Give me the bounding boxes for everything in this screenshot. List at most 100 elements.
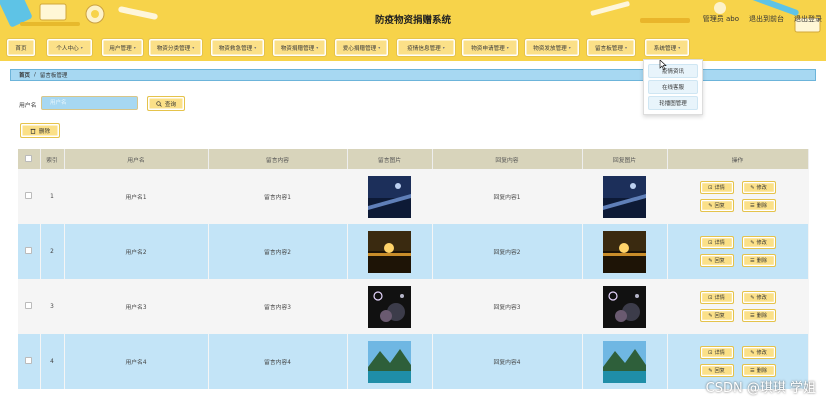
detail-button[interactable]: ⊡ 详情 [699,236,734,249]
csdn-watermark: CSDN @琪琪 学姐 [705,381,816,396]
edit-label: 修改 [756,295,767,301]
reply-label: 回复 [714,368,725,374]
delete-label: 删除 [756,368,768,374]
delete-button[interactable]: ☰ 删除 [741,199,776,212]
reply-image [603,175,646,218]
reply-label: 回复 [714,203,725,209]
chevron-down-icon: ▾ [506,45,509,50]
chevron-down-icon: ▾ [678,45,681,50]
column-header-index: 索引 [40,149,65,169]
nav-user-management-label: 用户管理 [109,45,132,52]
nav-love-donation-management-label: 爱心捐赠管理 [342,45,377,52]
message-board-table: 索引 用户名 留言内容 留言图片 回复内容 回复图片 操作 1 用户名1 留言内… [18,149,809,389]
nav-category-management[interactable]: 物资分类管理 ▾ [148,38,203,57]
detail-button[interactable]: ⊡ 详情 [699,291,734,304]
delete-icon: ☰ [749,367,755,374]
message-cell: 留言内容3 [208,279,348,334]
reply-label: 回复 [714,313,725,319]
search-button[interactable]: 查询 [147,96,185,111]
reply-button[interactable]: ✎ 回复 [699,364,734,377]
edit-label: 修改 [756,350,767,356]
dropdown-item-carousel-management[interactable]: 轮播图管理 [648,96,698,110]
delete-button[interactable]: ☰ 删除 [741,254,776,267]
row-checkbox[interactable] [25,302,33,309]
chevron-down-icon: ▾ [254,45,257,50]
edit-icon: ✎ [750,294,755,301]
message-image-cell [347,334,433,389]
chevron-down-icon: ▾ [624,45,627,50]
nav-user-management[interactable]: 用户管理 ▾ [101,38,144,57]
nav-personal-center[interactable]: 个人中心 ▾ [46,38,93,57]
detail-button[interactable]: ⊡ 详情 [699,346,734,359]
bulk-delete-button[interactable]: 删除 [20,123,60,138]
delete-button[interactable]: ☰ 删除 [741,309,776,322]
nav-distribution-management[interactable]: 物资发放管理 ▾ [524,38,580,57]
nav-application-management[interactable]: 物资申请管理 ▾ [461,38,519,57]
nav-donation-management-label: 物资捐赠管理 [280,45,315,52]
table-row: 4 用户名4 留言内容4 回复内容4 ⊡ 详情 ✎ 修改 ✎ 回复 ☰ 删除 [18,334,809,389]
nav-message-board-management[interactable]: 留言板管理 ▾ [586,38,636,57]
detail-button[interactable]: ⊡ 详情 [699,181,734,194]
reply-image-cell [582,169,668,224]
row-checkbox-cell [18,334,41,389]
nav-love-donation-management[interactable]: 爱心捐赠管理 ▾ [334,38,389,57]
column-header-message-image: 留言图片 [347,149,433,169]
edit-icon: ✎ [750,349,755,356]
username-cell: 用户名1 [64,169,209,224]
edit-button[interactable]: ✎ 修改 [741,291,776,304]
search-username-input[interactable] [41,96,138,110]
table-row: 2 用户名2 留言内容2 回复内容2 ⊡ 详情 ✎ 修改 ✎ 回复 ☰ 删除 [18,224,809,279]
edit-icon: ✎ [750,239,755,246]
delete-button[interactable]: ☰ 删除 [741,364,776,377]
search-button-label: 查询 [164,101,177,108]
nav-epidemic-info-management[interactable]: 疫情信息管理 ▾ [396,38,456,57]
top-header: 防疫物资捐赠系统 管理员 abo 退出到前台 退出登录 [0,0,826,34]
chevron-down-icon: ▾ [442,45,445,50]
edit-button[interactable]: ✎ 修改 [741,236,776,249]
reply-image [603,340,646,383]
index-cell: 3 [40,279,65,334]
reply-cell: 回复内容2 [432,224,583,279]
reply-button[interactable]: ✎ 回复 [699,309,734,322]
row-checkbox[interactable] [25,192,33,199]
nav-distribution-management-label: 物资发放管理 [533,45,567,52]
nav-home[interactable]: 首页 [6,38,36,57]
dropdown-item-online-service[interactable]: 在线客服 [648,80,698,94]
delete-label: 删除 [756,313,768,319]
reply-image-cell [582,224,668,279]
admin-user-label[interactable]: 管理员 abo [703,14,739,24]
reply-image [603,230,646,273]
table-row: 3 用户名3 留言内容3 回复内容3 ⊡ 详情 ✎ 修改 ✎ 回复 ☰ 删除 [18,279,809,334]
nav-system-management[interactable]: 系统管理 ▾ [644,38,690,57]
nav-emergency-management[interactable]: 物资救急管理 ▾ [210,38,265,57]
select-all-checkbox[interactable] [25,154,33,162]
index-cell: 4 [40,334,65,389]
go-frontend-link[interactable]: 退出到前台 [749,14,784,24]
reply-cell: 回复内容3 [432,279,583,334]
row-checkbox[interactable] [25,357,33,364]
search-username-label: 用户名 [19,103,37,109]
detail-label: 详情 [714,240,725,246]
edit-label: 修改 [756,185,767,191]
chevron-down-icon: ▾ [378,45,381,50]
index-cell: 2 [40,224,65,279]
edit-button[interactable]: ✎ 修改 [741,346,776,359]
breadcrumb-home[interactable]: 首页 [19,71,30,79]
reply-button[interactable]: ✎ 回复 [699,199,734,212]
logout-link[interactable]: 退出登录 [794,14,822,24]
system-management-dropdown: 疫情资讯 在线客服 轮播图管理 [643,59,703,115]
edit-button[interactable]: ✎ 修改 [741,181,776,194]
nav-system-management-label: 系统管理 [653,45,677,52]
dropdown-item-epidemic-news[interactable]: 疫情资讯 [648,64,698,78]
nav-donation-management[interactable]: 物资捐赠管理 ▾ [272,38,327,57]
chevron-down-icon: ▾ [192,45,195,50]
row-checkbox-cell [18,279,41,334]
reply-button[interactable]: ✎ 回复 [699,254,734,267]
actions-cell: ⊡ 详情 ✎ 修改 ✎ 回复 ☰ 删除 [667,224,809,279]
username-cell: 用户名2 [64,224,209,279]
index-cell: 1 [40,169,65,224]
message-image-cell [347,224,433,279]
message-image-cell [347,279,433,334]
row-checkbox[interactable] [25,247,33,254]
message-cell: 留言内容4 [208,334,348,389]
